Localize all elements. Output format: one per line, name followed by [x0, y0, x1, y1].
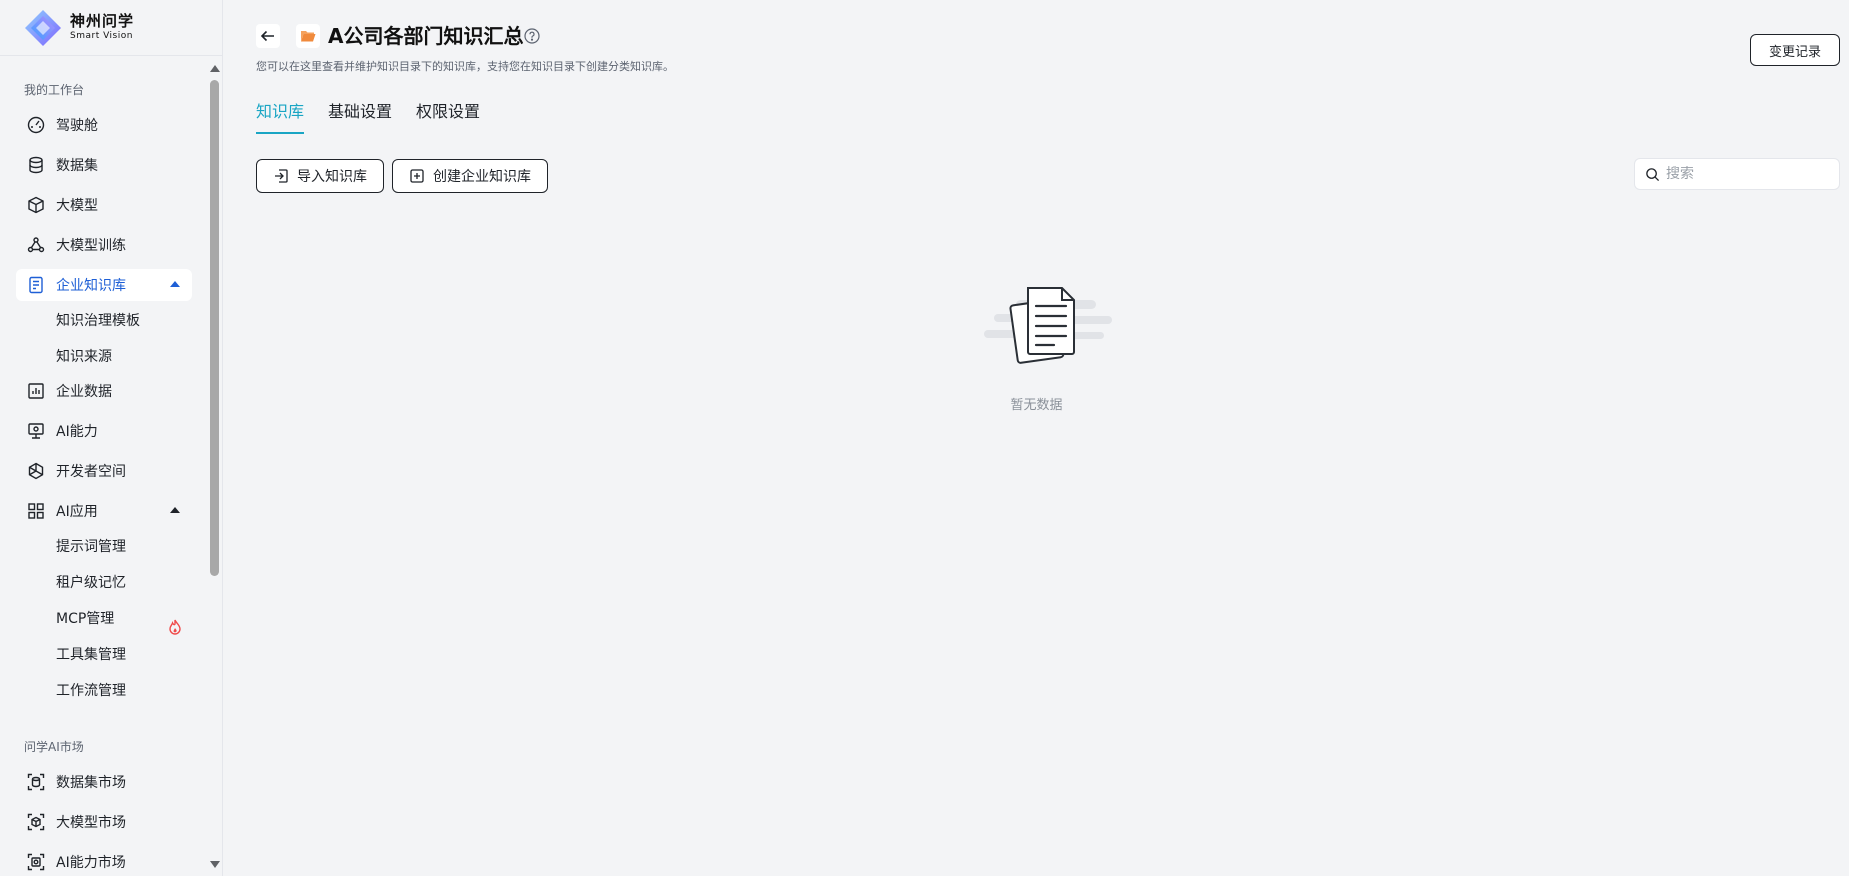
change-log-button[interactable]: 变更记录 — [1750, 34, 1840, 66]
sidebar-item-model[interactable]: 大模型 — [16, 189, 192, 221]
scroll-up-arrow-icon[interactable] — [210, 65, 220, 72]
sidebar-item-ai-market[interactable]: AI能力市场 — [16, 846, 192, 876]
arrow-left-icon — [260, 30, 274, 42]
main-content: A公司各部门知识汇总 您可以在这里查看并维护知识目录下的知识库，支持您在知识目录… — [224, 0, 1849, 876]
tab-knowledge-base[interactable]: 知识库 — [256, 100, 305, 134]
sidebar: 神州问学 Smart Vision 我的工作台 驾驶舱 数据集 大模型 大模型训… — [0, 0, 223, 876]
brand-name-cn: 神州问学 — [70, 12, 135, 30]
group-title-workbench: 我的工作台 — [24, 83, 85, 97]
search-box[interactable] — [1634, 158, 1840, 190]
sidebar-item-label: AI应用 — [56, 504, 98, 520]
group-title-market: 问学AI市场 — [24, 740, 84, 754]
sidebar-item-ai-ability[interactable]: AI能力 — [16, 415, 192, 447]
import-icon — [273, 168, 289, 184]
create-kb-label: 创建企业知识库 — [433, 169, 531, 185]
sidebar-item-label: 数据集 — [56, 158, 98, 174]
folder-open-icon — [301, 31, 316, 42]
add-square-icon — [409, 168, 425, 184]
sidebar-item-label: 大模型 — [56, 198, 98, 214]
fire-icon — [169, 619, 181, 635]
sidebar-item-dataset-market[interactable]: 数据集市场 — [16, 766, 192, 798]
sidebar-item-label: 驾驶舱 — [56, 118, 98, 134]
sidebar-item-label: 数据集市场 — [56, 775, 126, 791]
ai-market-icon — [26, 852, 46, 872]
sidebar-item-mcp-mgmt[interactable]: MCP管理 — [56, 605, 114, 633]
ai-screen-icon — [26, 421, 46, 441]
page-title: A公司各部门知识汇总 — [328, 24, 524, 48]
page-subtitle: 您可以在这里查看并维护知识目录下的知识库，支持您在知识目录下创建分类知识库。 — [256, 60, 674, 73]
collapse-caret-icon[interactable] — [170, 507, 180, 513]
developer-hex-icon — [26, 461, 46, 481]
empty-documents-illustration — [984, 287, 1112, 364]
brand-logo[interactable]: 神州问学 Smart Vision — [0, 0, 222, 56]
database-icon — [26, 155, 46, 175]
logo-icon — [25, 9, 61, 46]
tab-bar: 知识库 基础设置 权限设置 — [256, 100, 504, 136]
back-button[interactable] — [256, 24, 280, 48]
cube-icon — [26, 195, 46, 215]
sidebar-item-model-market[interactable]: 大模型市场 — [16, 806, 192, 838]
sidebar-item-ai-apps[interactable]: AI应用 — [16, 495, 192, 527]
sidebar-item-kb-template[interactable]: 知识治理模板 — [56, 307, 140, 335]
sidebar-item-label: 企业知识库 — [56, 278, 126, 294]
sidebar-item-enterprise-data[interactable]: 企业数据 — [16, 375, 192, 407]
model-market-icon — [26, 812, 46, 832]
help-question-icon[interactable] — [524, 28, 540, 44]
sidebar-item-toolset-mgmt[interactable]: 工具集管理 — [56, 641, 126, 669]
collapse-caret-icon[interactable] — [170, 281, 180, 287]
brand-name-en: Smart Vision — [70, 31, 133, 41]
sidebar-item-label: 大模型训练 — [56, 238, 126, 254]
search-input[interactable] — [1666, 166, 1826, 182]
sidebar-item-label: AI能力 — [56, 424, 98, 440]
import-kb-label: 导入知识库 — [297, 169, 367, 185]
empty-state-text: 暂无数据 — [1010, 398, 1063, 413]
sidebar-item-label: AI能力市场 — [56, 855, 126, 871]
sidebar-item-model-training[interactable]: 大模型训练 — [16, 229, 192, 261]
import-kb-button[interactable]: 导入知识库 — [256, 159, 384, 193]
sidebar-item-developer-space[interactable]: 开发者空间 — [16, 455, 192, 487]
scroll-thumb[interactable] — [210, 80, 219, 576]
search-icon — [1646, 167, 1660, 181]
sidebar-item-dataset[interactable]: 数据集 — [16, 149, 192, 181]
sidebar-scrollbar[interactable] — [207, 57, 222, 876]
knowledge-book-icon — [26, 275, 46, 295]
sidebar-item-label: 企业数据 — [56, 384, 112, 400]
sidebar-item-kb-source[interactable]: 知识来源 — [56, 343, 112, 371]
sidebar-item-workflow-mgmt[interactable]: 工作流管理 — [56, 677, 126, 705]
sidebar-item-prompt-mgmt[interactable]: 提示词管理 — [56, 533, 126, 561]
bar-chart-icon — [26, 381, 46, 401]
sidebar-item-tenant-memory[interactable]: 租户级记忆 — [56, 569, 126, 597]
folder-icon-box — [296, 24, 320, 48]
dataset-market-icon — [26, 772, 46, 792]
tab-basic-settings[interactable]: 基础设置 — [328, 100, 392, 134]
create-kb-button[interactable]: 创建企业知识库 — [392, 159, 548, 193]
sidebar-item-cockpit[interactable]: 驾驶舱 — [16, 109, 192, 141]
sidebar-item-enterprise-kb[interactable]: 企业知识库 — [16, 269, 192, 301]
sidebar-nav: 我的工作台 驾驶舱 数据集 大模型 大模型训练 企业知识库 知识治理模板 知识来… — [0, 57, 208, 876]
sidebar-item-label: 开发者空间 — [56, 464, 126, 480]
tab-permission-settings[interactable]: 权限设置 — [416, 100, 480, 134]
apps-grid-icon — [26, 501, 46, 521]
sidebar-item-label: 大模型市场 — [56, 815, 126, 831]
scroll-down-arrow-icon[interactable] — [210, 861, 220, 868]
dashboard-icon — [26, 115, 46, 135]
training-icon — [26, 235, 46, 255]
